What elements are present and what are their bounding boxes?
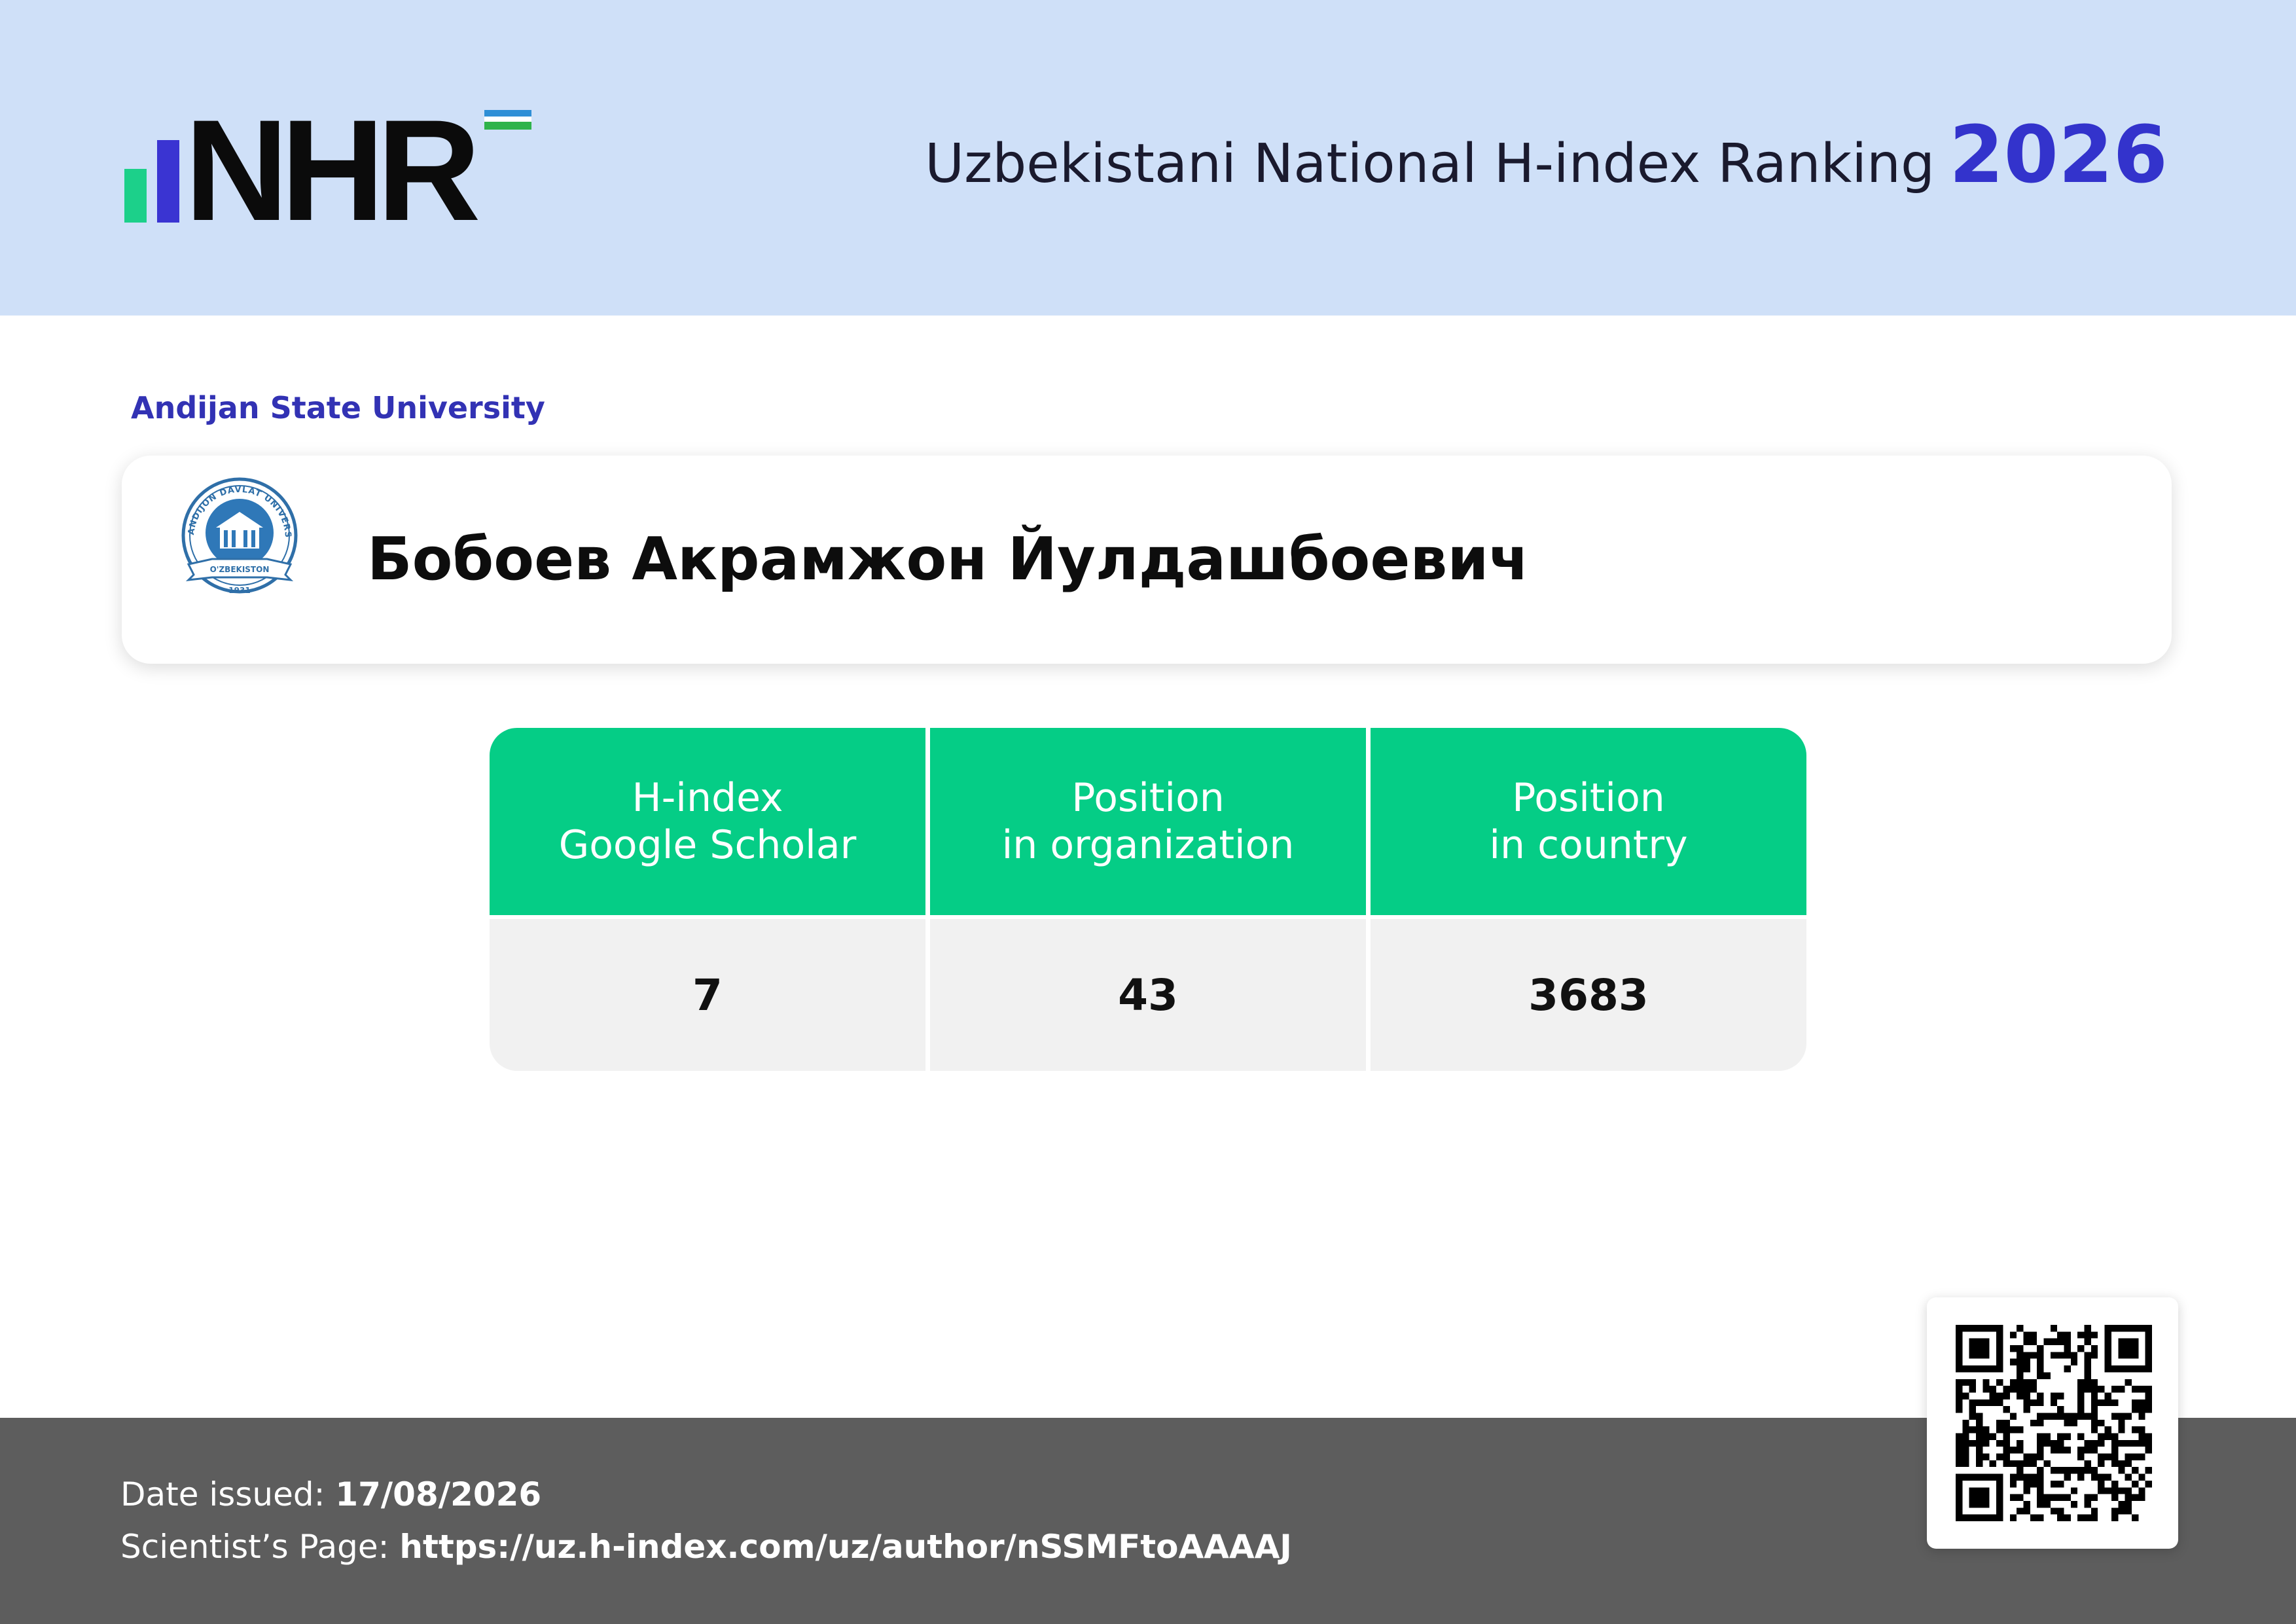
stats-header-line2: in country [1489,822,1688,868]
date-issued-value: 17/08/2026 [335,1475,542,1513]
stats-header: Position in country [1371,728,1806,915]
organization-name: Andijan State University [131,390,545,425]
seal-country: O'ZBEKISTON [210,565,270,574]
scientist-page: Scientist’s Page: https://uz.h-index.com… [120,1528,1292,1566]
date-issued-label: Date issued: [120,1475,325,1513]
org-position-value: 43 [1118,969,1178,1020]
ranking-title-text: Uzbekistani National H-index Ranking [925,133,1935,195]
university-seal-icon: ANDIJON DAVLAT UNIVERSITETI O'ZBEKISTON … [174,474,298,595]
date-issued: Date issued: 17/08/2026 [120,1475,541,1513]
stats-value-cell: 7 [490,919,925,1071]
qr-card [1927,1297,2178,1549]
stats-header: Position in organization [930,728,1366,915]
stats-value-cell: 43 [930,919,1366,1071]
stats-column-org-position: Position in organization 43 [930,728,1366,1071]
stats-header-line1: Position [1512,775,1665,821]
scientist-card: ANDIJON DAVLAT UNIVERSITETI O'ZBEKISTON … [122,456,2172,664]
logo-bar-green [124,169,147,223]
stats-header-line1: Position [1071,775,1225,821]
stats-column-country-position: Position in country 3683 [1371,728,1806,1071]
ranking-title: Uzbekistani National H-index Ranking 2026 [925,110,2168,201]
stats-header-line2: in organization [1001,822,1295,868]
qr-code-icon[interactable] [1956,1325,2152,1521]
stats-table: H-index Google Scholar 7 Position in org… [490,728,1806,1071]
logo-bar-blue [157,140,179,223]
uzbek-flag-icon [484,110,531,136]
country-position-value: 3683 [1528,969,1649,1020]
stats-header-line2: Google Scholar [558,822,857,868]
stats-value-cell: 3683 [1371,919,1806,1071]
seal-year: 1931 [228,586,250,595]
scientist-name: Бобоев Акрамжон Йулдашбоевич [367,525,1530,594]
scientist-page-link[interactable]: https://uz.h-index.com/uz/author/nSSMFto… [399,1528,1292,1566]
logo-text: NHR [185,90,481,251]
stats-column-h-index: H-index Google Scholar 7 [490,728,925,1071]
stats-header: H-index Google Scholar [490,728,925,915]
h-index-value: 7 [692,969,723,1020]
nhr-logo: NHR [124,98,543,242]
stats-header-line1: H-index [632,775,783,821]
ranking-year: 2026 [1949,110,2168,201]
scientist-page-label: Scientist’s Page: [120,1528,389,1566]
header-band: NHR Uzbekistani National H-index Ranking… [0,0,2296,316]
